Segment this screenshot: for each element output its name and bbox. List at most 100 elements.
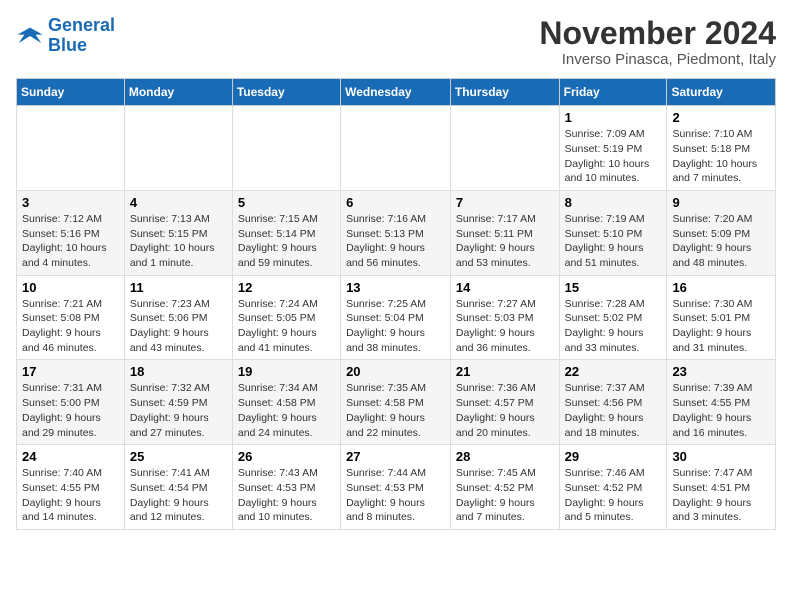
day-info: Sunrise: 7:40 AM Sunset: 4:55 PM Dayligh…: [22, 466, 119, 525]
calendar-cell: [124, 106, 232, 191]
calendar-header-row: SundayMondayTuesdayWednesdayThursdayFrid…: [17, 79, 776, 106]
calendar-cell: 2 Sunrise: 7:10 AM Sunset: 5:18 PM Daylig…: [667, 106, 776, 191]
calendar-cell: 17Sunrise: 7:31 AM Sunset: 5:00 PM Dayli…: [17, 360, 125, 445]
day-number: 14: [456, 280, 554, 295]
day-number: 29: [565, 449, 662, 464]
calendar-table: SundayMondayTuesdayWednesdayThursdayFrid…: [16, 78, 776, 530]
calendar-cell: 14 Sunrise: 7:27 AM Sunset: 5:03 PM Dayli…: [450, 275, 559, 360]
day-number: 3: [22, 195, 119, 210]
calendar-week-row: 24Sunrise: 7:40 AM Sunset: 4:55 PM Dayli…: [17, 445, 776, 530]
calendar-week-row: 17Sunrise: 7:31 AM Sunset: 5:00 PM Dayli…: [17, 360, 776, 445]
calendar-cell: 22 Sunrise: 7:37 AM Sunset: 4:56 PM Dayli…: [559, 360, 667, 445]
day-number: 2: [672, 110, 770, 125]
day-info: Sunrise: 7:15 AM Sunset: 5:14 PM Dayligh…: [238, 212, 335, 271]
day-number: 19: [238, 364, 335, 379]
calendar-week-row: 10 Sunrise: 7:21 AM Sunset: 5:08 PM Dayli…: [17, 275, 776, 360]
day-info: Sunrise: 7:09 AM Sunset: 5:19 PM Dayligh…: [565, 127, 662, 186]
day-info: Sunrise: 7:23 AM Sunset: 5:06 PM Dayligh…: [130, 297, 227, 356]
day-info: Sunrise: 7:45 AM Sunset: 4:52 PM Dayligh…: [456, 466, 554, 525]
day-number: 26: [238, 449, 335, 464]
day-info: Sunrise: 7:24 AM Sunset: 5:05 PM Dayligh…: [238, 297, 335, 356]
day-number: 12: [238, 280, 335, 295]
day-number: 4: [130, 195, 227, 210]
weekday-header: Saturday: [667, 79, 776, 106]
day-number: 9: [672, 195, 770, 210]
day-info: Sunrise: 7:41 AM Sunset: 4:54 PM Dayligh…: [130, 466, 227, 525]
calendar-cell: 5Sunrise: 7:15 AM Sunset: 5:14 PM Daylig…: [232, 190, 340, 275]
day-info: Sunrise: 7:32 AM Sunset: 4:59 PM Dayligh…: [130, 381, 227, 440]
month-title: November 2024: [539, 16, 776, 51]
day-number: 28: [456, 449, 554, 464]
weekday-header: Tuesday: [232, 79, 340, 106]
day-info: Sunrise: 7:37 AM Sunset: 4:56 PM Dayligh…: [565, 381, 662, 440]
location-subtitle: Inverso Pinasca, Piedmont, Italy: [539, 51, 776, 68]
day-number: 11: [130, 280, 227, 295]
day-info: Sunrise: 7:20 AM Sunset: 5:09 PM Dayligh…: [672, 212, 770, 271]
day-number: 8: [565, 195, 662, 210]
calendar-cell: 20 Sunrise: 7:35 AM Sunset: 4:58 PM Dayli…: [341, 360, 451, 445]
calendar-cell: 29Sunrise: 7:46 AM Sunset: 4:52 PM Dayli…: [559, 445, 667, 530]
day-number: 21: [456, 364, 554, 379]
day-number: 16: [672, 280, 770, 295]
day-info: Sunrise: 7:16 AM Sunset: 5:13 PM Dayligh…: [346, 212, 445, 271]
calendar-cell: 26Sunrise: 7:43 AM Sunset: 4:53 PM Dayli…: [232, 445, 340, 530]
calendar-cell: 10 Sunrise: 7:21 AM Sunset: 5:08 PM Dayli…: [17, 275, 125, 360]
logo-line2: Blue: [48, 35, 87, 55]
day-number: 7: [456, 195, 554, 210]
day-info: Sunrise: 7:27 AM Sunset: 5:03 PM Dayligh…: [456, 297, 554, 356]
calendar-cell: 1Sunrise: 7:09 AM Sunset: 5:19 PM Daylig…: [559, 106, 667, 191]
day-info: Sunrise: 7:35 AM Sunset: 4:58 PM Dayligh…: [346, 381, 445, 440]
day-info: Sunrise: 7:34 AM Sunset: 4:58 PM Dayligh…: [238, 381, 335, 440]
day-info: Sunrise: 7:10 AM Sunset: 5:18 PM Dayligh…: [672, 127, 770, 186]
logo-bird-icon: [16, 22, 44, 50]
calendar-cell: 15 Sunrise: 7:28 AM Sunset: 5:02 PM Dayli…: [559, 275, 667, 360]
calendar-cell: 18Sunrise: 7:32 AM Sunset: 4:59 PM Dayli…: [124, 360, 232, 445]
day-info: Sunrise: 7:44 AM Sunset: 4:53 PM Dayligh…: [346, 466, 445, 525]
day-info: Sunrise: 7:30 AM Sunset: 5:01 PM Dayligh…: [672, 297, 770, 356]
calendar-week-row: 3 Sunrise: 7:12 AM Sunset: 5:16 PM Daylig…: [17, 190, 776, 275]
day-number: 22: [565, 364, 662, 379]
calendar-cell: 7 Sunrise: 7:17 AM Sunset: 5:11 PM Daylig…: [450, 190, 559, 275]
day-info: Sunrise: 7:21 AM Sunset: 5:08 PM Dayligh…: [22, 297, 119, 356]
logo-line1: General: [48, 15, 115, 35]
day-info: Sunrise: 7:19 AM Sunset: 5:10 PM Dayligh…: [565, 212, 662, 271]
title-area: November 2024 Inverso Pinasca, Piedmont,…: [539, 16, 776, 68]
day-number: 27: [346, 449, 445, 464]
day-info: Sunrise: 7:28 AM Sunset: 5:02 PM Dayligh…: [565, 297, 662, 356]
calendar-cell: 25 Sunrise: 7:41 AM Sunset: 4:54 PM Dayli…: [124, 445, 232, 530]
calendar-cell: 6 Sunrise: 7:16 AM Sunset: 5:13 PM Daylig…: [341, 190, 451, 275]
calendar-cell: 4Sunrise: 7:13 AM Sunset: 5:15 PM Daylig…: [124, 190, 232, 275]
calendar-cell: 11 Sunrise: 7:23 AM Sunset: 5:06 PM Dayli…: [124, 275, 232, 360]
calendar-cell: 23 Sunrise: 7:39 AM Sunset: 4:55 PM Dayli…: [667, 360, 776, 445]
day-number: 23: [672, 364, 770, 379]
day-info: Sunrise: 7:17 AM Sunset: 5:11 PM Dayligh…: [456, 212, 554, 271]
weekday-header: Wednesday: [341, 79, 451, 106]
calendar-cell: 19 Sunrise: 7:34 AM Sunset: 4:58 PM Dayli…: [232, 360, 340, 445]
weekday-header: Monday: [124, 79, 232, 106]
day-info: Sunrise: 7:12 AM Sunset: 5:16 PM Dayligh…: [22, 212, 119, 271]
day-number: 15: [565, 280, 662, 295]
day-number: 30: [672, 449, 770, 464]
day-number: 10: [22, 280, 119, 295]
calendar-cell: 13Sunrise: 7:25 AM Sunset: 5:04 PM Dayli…: [341, 275, 451, 360]
day-number: 6: [346, 195, 445, 210]
calendar-cell: 3 Sunrise: 7:12 AM Sunset: 5:16 PM Daylig…: [17, 190, 125, 275]
logo: General Blue: [16, 16, 115, 56]
weekday-header: Thursday: [450, 79, 559, 106]
day-number: 25: [130, 449, 227, 464]
calendar-cell: 12 Sunrise: 7:24 AM Sunset: 5:05 PM Dayli…: [232, 275, 340, 360]
calendar-cell: 30 Sunrise: 7:47 AM Sunset: 4:51 PM Dayli…: [667, 445, 776, 530]
calendar-cell: 8 Sunrise: 7:19 AM Sunset: 5:10 PM Daylig…: [559, 190, 667, 275]
logo-text: General Blue: [48, 16, 115, 56]
weekday-header: Sunday: [17, 79, 125, 106]
calendar-cell: [450, 106, 559, 191]
calendar-cell: 9 Sunrise: 7:20 AM Sunset: 5:09 PM Daylig…: [667, 190, 776, 275]
calendar-week-row: 1Sunrise: 7:09 AM Sunset: 5:19 PM Daylig…: [17, 106, 776, 191]
day-number: 13: [346, 280, 445, 295]
day-info: Sunrise: 7:39 AM Sunset: 4:55 PM Dayligh…: [672, 381, 770, 440]
day-info: Sunrise: 7:47 AM Sunset: 4:51 PM Dayligh…: [672, 466, 770, 525]
day-number: 20: [346, 364, 445, 379]
calendar-cell: 24Sunrise: 7:40 AM Sunset: 4:55 PM Dayli…: [17, 445, 125, 530]
day-info: Sunrise: 7:36 AM Sunset: 4:57 PM Dayligh…: [456, 381, 554, 440]
page-header: General Blue November 2024 Inverso Pinas…: [16, 16, 776, 68]
